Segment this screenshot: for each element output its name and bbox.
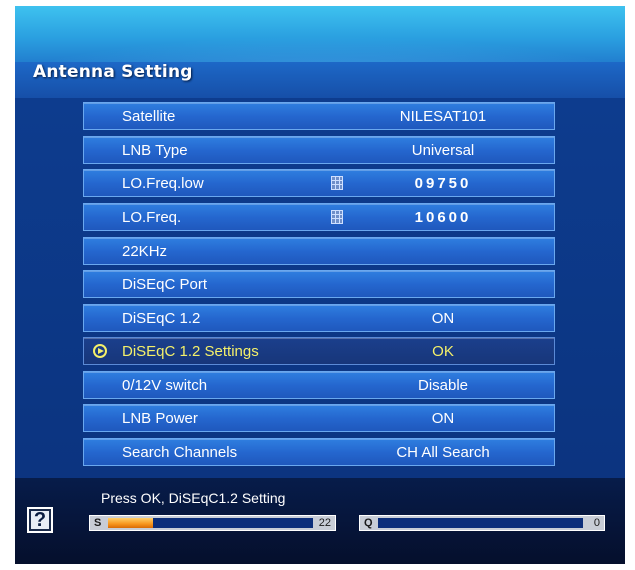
help-icon: ? xyxy=(27,507,53,533)
signal-quality-meter: Q 0 xyxy=(359,515,605,531)
quality-value: 0 xyxy=(593,517,600,529)
setting-row-lo-freq-low[interactable]: LO.Freq.low 09750 xyxy=(83,169,555,197)
setting-label: 0/12V switch xyxy=(122,377,208,394)
signal-label: S xyxy=(94,517,102,529)
setting-value: NILESAT101 xyxy=(399,108,487,125)
setting-row-22khz[interactable]: 22KHz xyxy=(83,237,555,265)
setting-row-diseqc-port[interactable]: DiSEqC Port xyxy=(83,270,555,298)
page-title: Antenna Setting xyxy=(33,62,193,82)
setting-value: Universal xyxy=(411,142,475,159)
setting-row-lo-freq[interactable]: LO.Freq. 10600 xyxy=(83,203,555,231)
footer-bar: ? Press OK, DiSEqC1.2 Setting S 22 Q 0 xyxy=(15,478,625,564)
tv-screen: Antenna Setting Satellite NILESAT101 LNB… xyxy=(15,6,625,564)
setting-label: DiSEqC 1.2 Settings xyxy=(122,343,259,360)
signal-track xyxy=(108,518,313,528)
setting-value: Disable xyxy=(417,377,469,394)
setting-label: 22KHz xyxy=(122,243,168,260)
setting-value: 10600 xyxy=(414,209,472,226)
setting-label: LO.Freq.low xyxy=(122,175,204,192)
setting-value: 09750 xyxy=(414,175,472,192)
setting-label: LO.Freq. xyxy=(122,209,182,226)
setting-label: DiSEqC Port xyxy=(122,276,208,293)
signal-strength-meter: S 22 xyxy=(89,515,336,531)
setting-value: CH All Search xyxy=(396,444,490,461)
setting-row-search-channels[interactable]: Search Channels CH All Search xyxy=(83,438,555,466)
setting-row-lnb-power[interactable]: LNB Power ON xyxy=(83,404,555,432)
select-arrow-icon xyxy=(93,344,107,358)
setting-row-0-12v-switch[interactable]: 0/12V switch Disable xyxy=(83,371,555,399)
quality-label: Q xyxy=(364,517,373,529)
signal-value: 22 xyxy=(318,517,331,529)
setting-row-lnb-type[interactable]: LNB Type Universal xyxy=(83,136,555,164)
setting-label: Search Channels xyxy=(122,444,238,461)
setting-row-satellite[interactable]: Satellite NILESAT101 xyxy=(83,102,555,130)
setting-label: DiSEqC 1.2 xyxy=(122,310,201,327)
setting-label: LNB Type xyxy=(122,142,188,159)
setting-label: LNB Power xyxy=(122,410,198,427)
setting-value: ON xyxy=(431,410,455,427)
setting-row-diseqc-1-2-settings[interactable]: DiSEqC 1.2 Settings OK xyxy=(83,337,555,365)
hint-text: Press OK, DiSEqC1.2 Setting xyxy=(101,490,286,506)
setting-row-diseqc-1-2[interactable]: DiSEqC 1.2 ON xyxy=(83,304,555,332)
setting-value: ON xyxy=(431,310,455,327)
quality-track xyxy=(378,518,583,528)
setting-value: OK xyxy=(432,343,454,360)
setting-label: Satellite xyxy=(122,108,176,125)
signal-fill xyxy=(108,518,154,528)
